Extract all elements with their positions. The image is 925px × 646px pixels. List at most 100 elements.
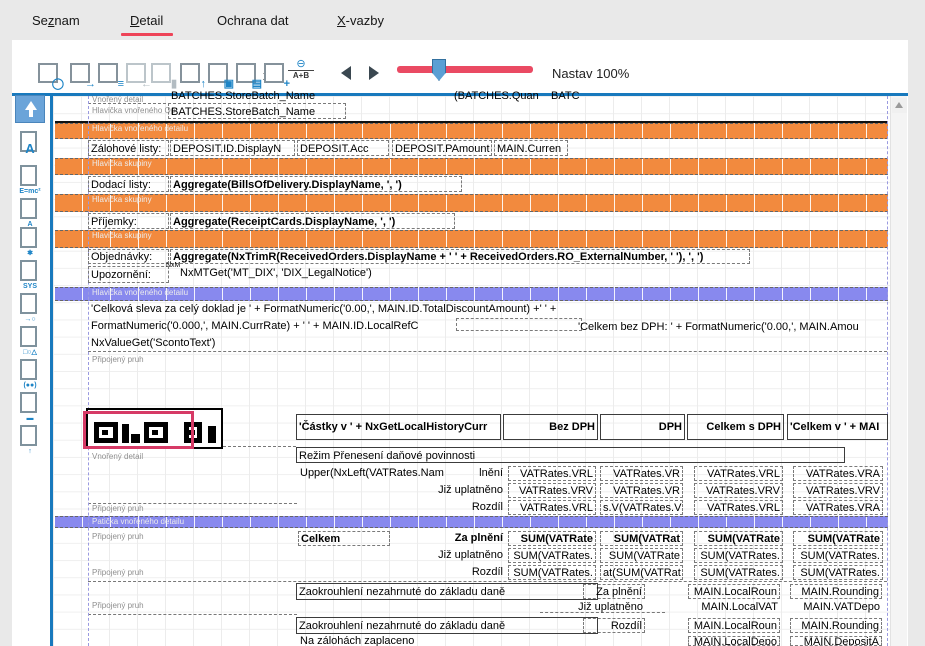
band-strip-label: Hlavička vnořeného detailu: [92, 288, 188, 297]
vat-cell[interactable]: VATRates.VRL: [694, 466, 783, 481]
header-celkem-v[interactable]: 'Celkem v ' + MAI: [787, 414, 888, 440]
selection-rectangle[interactable]: [83, 411, 194, 449]
header-celkem-s-dph[interactable]: Celkem s DPH: [687, 414, 784, 440]
band-divider: [88, 614, 297, 615]
label-upozorneni[interactable]: Upozornění:: [88, 266, 169, 283]
label-prijemky[interactable]: Příjemky:: [88, 213, 169, 229]
sum-cell[interactable]: SUM(VATRate: [600, 548, 683, 563]
label-rozdil[interactable]: Rozdíl: [445, 500, 505, 515]
vat-cell[interactable]: VATRates.VRL: [508, 466, 596, 481]
band-label: Připojený pruh: [92, 355, 144, 364]
main-cell[interactable]: MAIN.LocalDepo: [688, 636, 780, 646]
band-strip[interactable]: Hlavička vnořeného detailu: [55, 287, 888, 301]
header-castky[interactable]: 'Částky v ' + NxGetLocalHistoryCurr: [296, 414, 501, 440]
vat-cell[interactable]: VATRates.VR: [600, 466, 683, 481]
empty-field[interactable]: [456, 318, 582, 331]
band-divider-vertical: [887, 96, 888, 646]
main-cell[interactable]: MAIN.LocalRoun: [688, 584, 780, 599]
band-label: Připojený pruh: [92, 532, 144, 541]
barcode-module: [208, 426, 216, 443]
sconto-text-field[interactable]: NxValueGet('ScontoText'): [89, 336, 251, 351]
main-cell[interactable]: MAIN.LocalRoun: [688, 618, 780, 633]
label-jiz-uplatneno[interactable]: Již uplatněno: [425, 483, 505, 498]
band-divider: [88, 503, 297, 504]
receipt-cards-aggregate[interactable]: Aggregate(ReceiptCards.DisplayName, ', '…: [170, 213, 455, 229]
label-za-plneni[interactable]: Za plnění: [583, 584, 645, 599]
deposit-pamount[interactable]: DEPOSIT.PAmount: [392, 140, 492, 156]
sum-cell[interactable]: SUM(VATRate: [694, 531, 783, 546]
band-divider: [88, 581, 887, 582]
header-dph[interactable]: DPH: [600, 414, 685, 440]
total-without-vat-expression[interactable]: 'Celkem bez DPH: ' + FormatNumeric('0.00…: [576, 320, 887, 334]
sum-cell[interactable]: SUM(VATRates.: [793, 548, 883, 563]
label-rozdil[interactable]: Rozdíl: [583, 618, 645, 633]
main-cell[interactable]: MAIN.VATDepo: [790, 600, 882, 614]
vertical-scrollbar[interactable]: [890, 96, 907, 646]
vat-cell[interactable]: VATRates.VR: [600, 483, 683, 498]
band-strip-label: Hlavička skupiny: [92, 231, 152, 240]
batches-fragment[interactable]: BATC: [549, 90, 589, 103]
label-dodaci-listy[interactable]: Dodací listy:: [88, 176, 169, 192]
vat-cell[interactable]: VATRates.VRV: [694, 483, 783, 498]
vat-cell[interactable]: VATRates.VRL: [694, 500, 783, 515]
label-objednavky[interactable]: Objednávky:: [88, 249, 169, 264]
sum-cell[interactable]: SUM(VATRates.: [508, 565, 596, 580]
label-za-plneni-cut[interactable]: lnění: [462, 466, 505, 481]
band-label: Připojený pruh: [92, 601, 144, 610]
main-currency[interactable]: MAIN.Curren: [494, 140, 568, 156]
band-strip[interactable]: Patička vnořeného detailu: [55, 516, 888, 528]
main-cell[interactable]: MAIN.DepositA: [790, 636, 882, 646]
batches-storebatch-top[interactable]: BATCHES.StoreBatch_Name: [169, 90, 354, 103]
sum-cell[interactable]: SUM(VATRates.: [793, 565, 883, 580]
label-jiz-uplatneno[interactable]: Již uplatněno: [570, 600, 645, 614]
bills-of-delivery-aggregate[interactable]: Aggregate(BillsOfDelivery.DisplayName, '…: [170, 176, 462, 192]
label-zalohove-listy[interactable]: Zálohové listy:: [88, 140, 169, 156]
vat-cell[interactable]: VATRates.VRV: [793, 483, 883, 498]
received-orders-aggregate[interactable]: Aggregate(NxTrimR(ReceivedOrders.Display…: [170, 249, 750, 264]
band-label: Hlavička vnořeného Op: [92, 106, 175, 115]
band-strip-label: Hlavička skupiny: [92, 195, 152, 204]
band-strip-label: Hlavička skupiny: [92, 159, 152, 168]
vat-name-expression[interactable]: Upper(NxLeft(VATRates.Nam: [298, 466, 461, 481]
label-jiz-uplatneno[interactable]: Již uplatněno: [425, 548, 505, 563]
currrate-expression[interactable]: FormatNumeric('0.000,', MAIN.CurrRate) +…: [89, 319, 455, 334]
report-canvas-items: Hlavička vnořeného detailu Hlavička skupi…: [0, 0, 925, 646]
batches-storebatch[interactable]: BATCHES.StoreBatch_Name: [168, 103, 346, 119]
vat-cell[interactable]: s.V(VATRates.V: [600, 500, 683, 515]
vat-cell[interactable]: VATRates.VRL: [508, 500, 596, 515]
sum-cell[interactable]: SUM(VATRate: [508, 531, 596, 546]
header-bez-dph[interactable]: Bez DPH: [503, 414, 598, 440]
sum-cell[interactable]: SUM(VATRate: [793, 531, 883, 546]
vat-cell[interactable]: VATRates.VRV: [508, 483, 596, 498]
deposit-displayname[interactable]: DEPOSIT.ID.DisplayN: [170, 140, 295, 156]
band-strip[interactable]: Hlavička skupiny: [55, 230, 888, 248]
rezim-preneseni-field[interactable]: Režim Přenesení daňové povinnosti: [296, 447, 845, 463]
main-cell[interactable]: MAIN.Rounding: [790, 584, 882, 599]
rounding-label-1[interactable]: Zaokrouhlení nezahrnuté do základu daně: [296, 583, 598, 600]
band-label: Připojený pruh: [92, 568, 144, 577]
main-cell[interactable]: MAIN.LocalVAT: [688, 600, 780, 614]
vat-cell[interactable]: VATRates.VRA: [793, 466, 883, 481]
label-celkem[interactable]: Celkem: [298, 531, 390, 546]
vat-cell[interactable]: VATRates.VRA: [793, 500, 883, 515]
total-discount-expression[interactable]: 'Celková sleva za celý doklad je ' + For…: [89, 302, 577, 317]
label-za-plneni[interactable]: Za plnění: [430, 531, 505, 546]
sum-cell[interactable]: SUM(VATRates.: [508, 548, 596, 563]
rounding-label-2[interactable]: Zaokrouhlení nezahrnuté do základu daně: [296, 617, 598, 634]
scroll-up-button[interactable]: [892, 98, 907, 113]
band-strip[interactable]: Hlavička skupiny: [55, 158, 888, 175]
band-divider: [55, 121, 888, 123]
sum-cell[interactable]: SUM(VATRat: [600, 531, 683, 546]
sum-cell[interactable]: SUM(VATRates.: [694, 565, 783, 580]
batches-quantity[interactable]: (BATCHES.Quan: [452, 90, 546, 103]
sum-cell[interactable]: SUM(VATRates.: [694, 548, 783, 563]
band-strip[interactable]: Hlavička vnořeného detailu: [55, 123, 888, 139]
band-strip[interactable]: Hlavička skupiny: [55, 194, 888, 212]
deposit-account[interactable]: DEPOSIT.Acc: [297, 140, 389, 156]
main-cell[interactable]: MAIN.Rounding: [790, 618, 882, 633]
legal-notice-field[interactable]: NxMTGet('MT_DIX', 'DIX_LegalNotice'): [178, 266, 434, 281]
sum-cell[interactable]: at(SUM(VATRat: [600, 565, 683, 580]
na-zalohach-zaplaceno[interactable]: Na zálohách zaplaceno: [298, 636, 498, 646]
band-label: Vnořený detail: [92, 452, 143, 461]
label-rozdil[interactable]: Rozdíl: [445, 565, 505, 580]
